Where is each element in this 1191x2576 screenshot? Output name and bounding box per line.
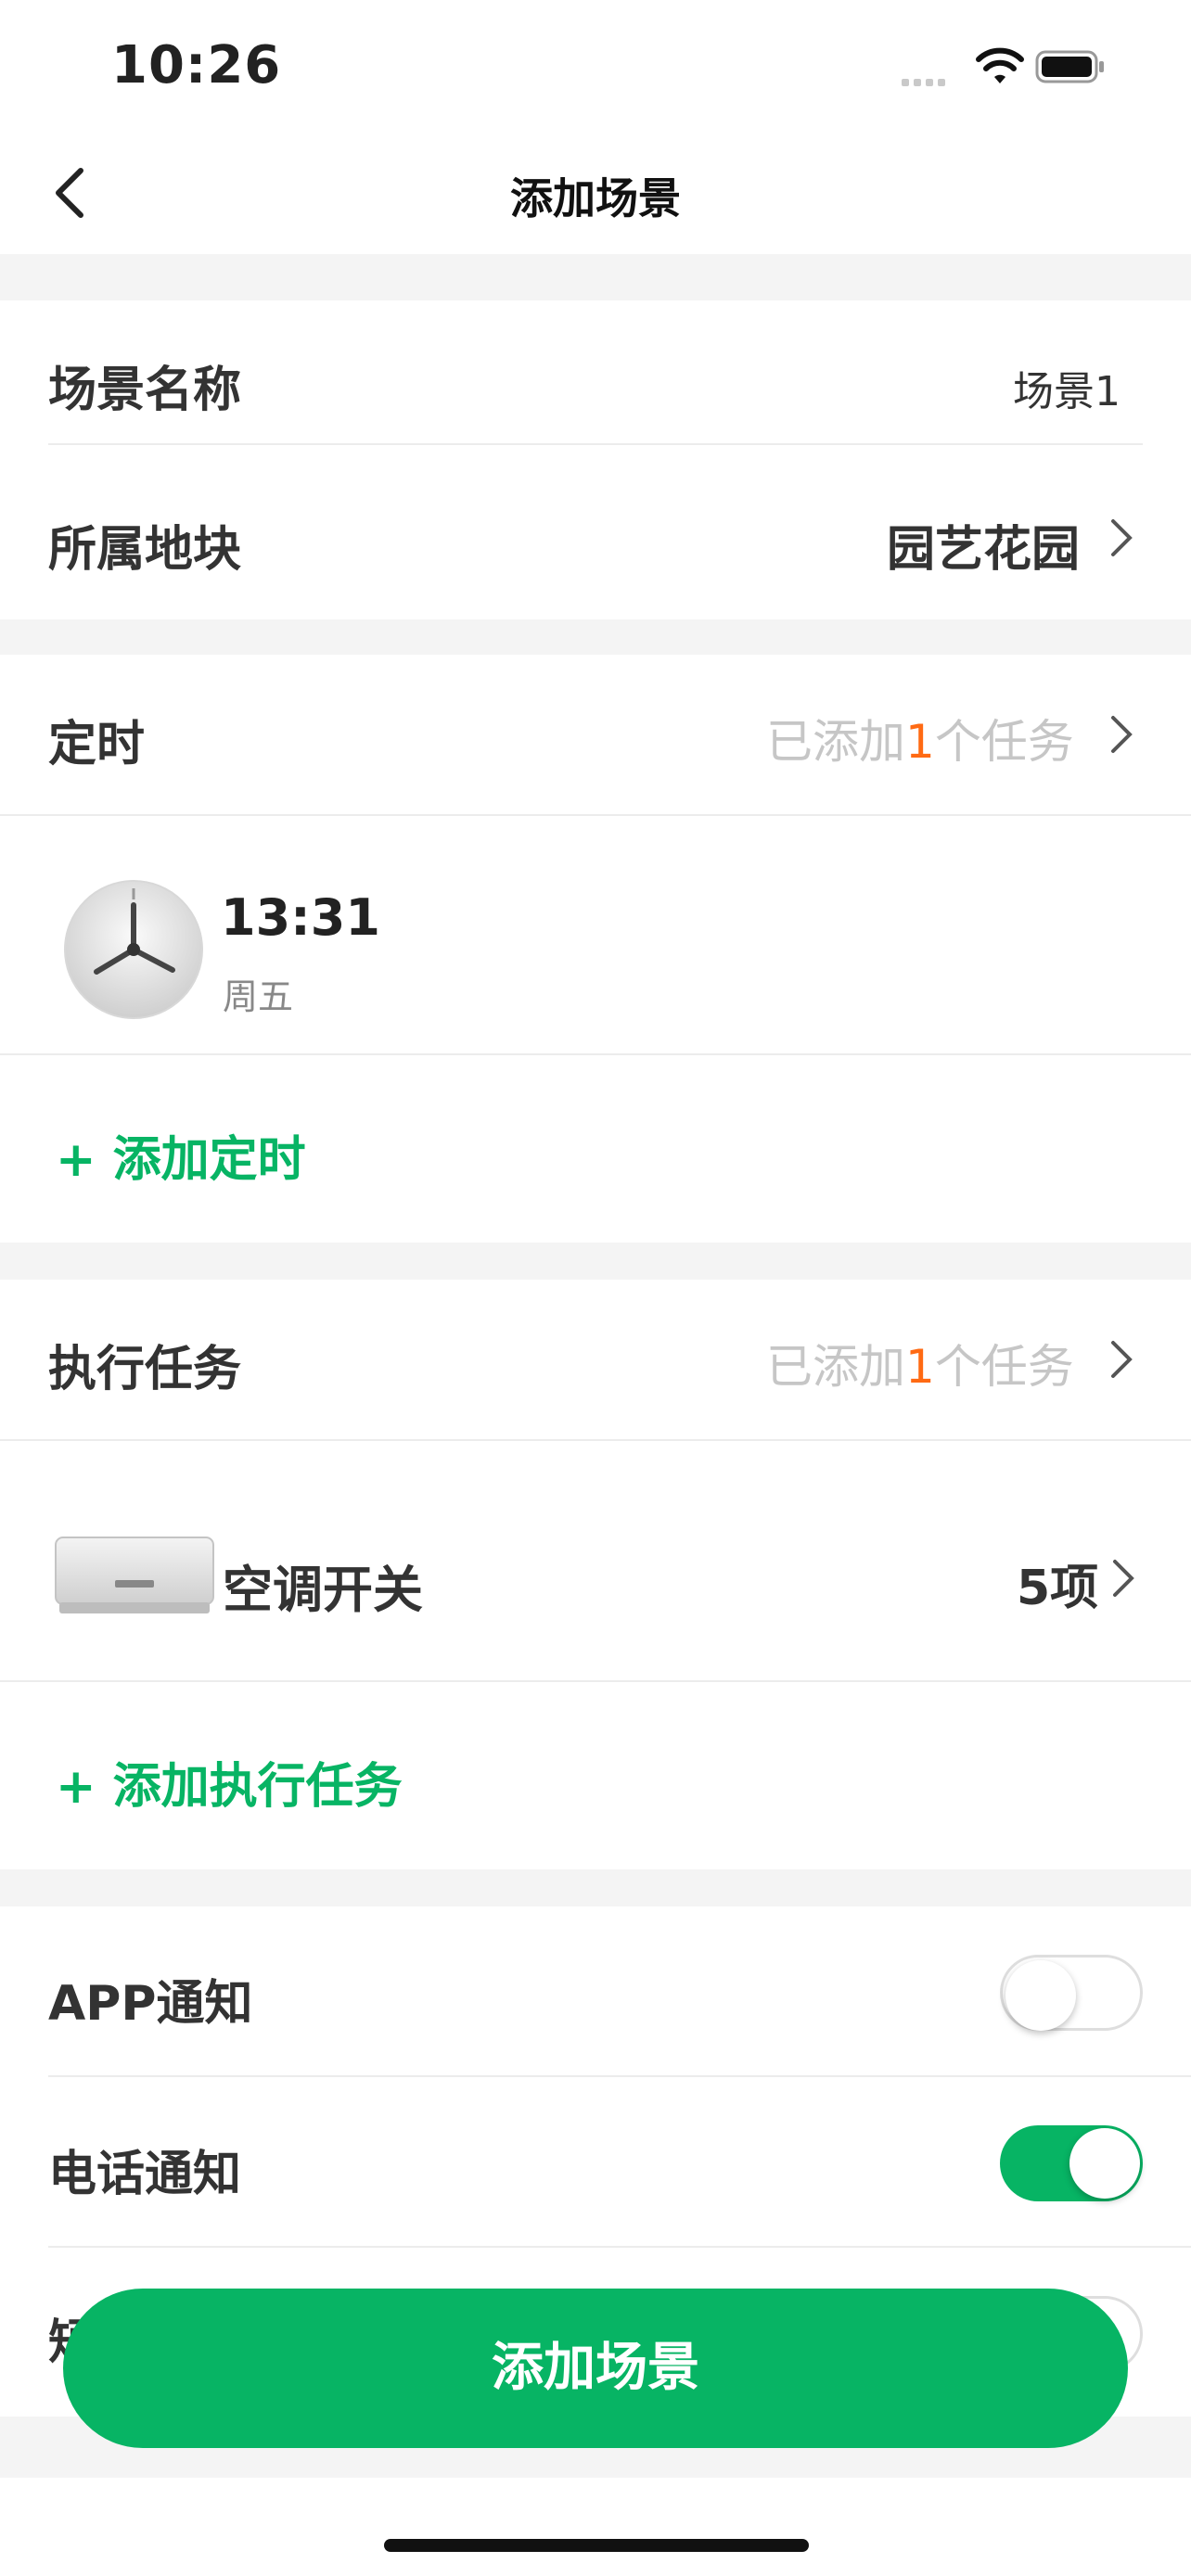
add-scene-button[interactable]: 添加场景 <box>63 2289 1128 2448</box>
divider <box>48 2246 1191 2248</box>
status-time: 10:26 <box>111 35 282 96</box>
scene-name-value[interactable]: 场景1 <box>1013 358 1121 417</box>
tasks-count-prefix: 已添加 <box>766 1340 905 1394</box>
timer-item-day: 周五 <box>223 976 294 1017</box>
phone-notify-label: 电话通知 <box>48 2147 242 2202</box>
air-conditioner-icon <box>55 1537 214 1613</box>
task-item-count: 5项 <box>1017 1561 1099 1616</box>
timer-item-time: 13:31 <box>221 888 380 947</box>
chevron-right-icon <box>1111 716 1133 753</box>
tasks-count-number: 1 <box>905 1340 935 1394</box>
chevron-right-icon <box>1113 1560 1134 1597</box>
toggle-knob <box>1069 2128 1140 2199</box>
divider <box>48 2075 1191 2077</box>
plot-value: 园艺花园 <box>887 522 1081 578</box>
divider <box>48 443 1143 445</box>
scene-name-label: 场景名称 <box>48 363 242 418</box>
task-item-name: 空调开关 <box>223 1561 423 1619</box>
timer-count-text: 已添加1个任务 <box>766 705 1074 772</box>
toggle-knob <box>1005 1960 1076 2031</box>
timer-count-suffix: 个任务 <box>934 715 1074 769</box>
timer-label: 定时 <box>48 717 146 772</box>
bottom-safe-area <box>0 2478 1191 2576</box>
divider <box>0 1053 1191 1055</box>
app-notify-label: APP通知 <box>48 1976 253 2032</box>
chevron-right-icon <box>1111 519 1133 556</box>
wifi-icon <box>976 47 1024 83</box>
cellular-signal-icon <box>902 72 957 86</box>
tasks-label: 执行任务 <box>48 1342 242 1397</box>
tasks-count-text: 已添加1个任务 <box>766 1330 1074 1396</box>
battery-icon <box>1035 50 1104 83</box>
app-notify-toggle[interactable] <box>1000 1955 1143 2031</box>
timer-count-prefix: 已添加 <box>766 715 905 769</box>
add-timer-button[interactable]: + 添加定时 <box>56 1120 306 1190</box>
tasks-count-suffix: 个任务 <box>934 1340 1074 1394</box>
plot-label: 所属地块 <box>48 522 242 578</box>
divider <box>0 1680 1191 1682</box>
timer-count-number: 1 <box>905 715 935 769</box>
chevron-right-icon <box>1111 1341 1133 1378</box>
add-task-button[interactable]: + 添加执行任务 <box>56 1747 403 1817</box>
page-title: 添加场景 <box>510 173 681 223</box>
clock-icon <box>64 880 203 1019</box>
phone-notify-toggle[interactable] <box>1000 2125 1143 2201</box>
home-indicator <box>384 2539 809 2552</box>
